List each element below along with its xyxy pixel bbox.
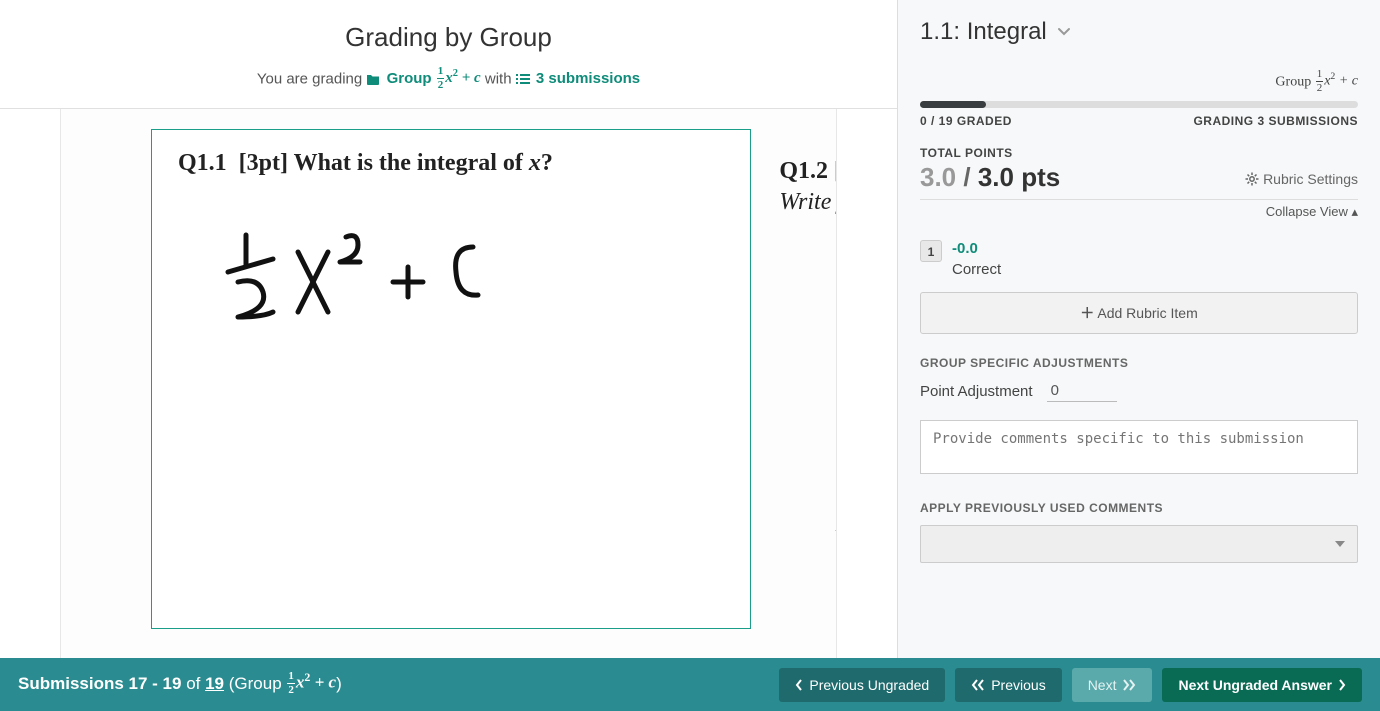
next-question-peek: Q1.2 [3 Write yo xyxy=(779,158,837,216)
header: Grading by Group You are grading Group 1… xyxy=(0,0,897,109)
q-number: Q1.1 xyxy=(178,150,227,176)
x-equals: x = xyxy=(836,508,837,538)
folder-icon xyxy=(366,73,380,85)
progress-left: 0 / 19 GRADED xyxy=(920,114,1012,128)
list-icon xyxy=(516,73,530,85)
question-title: Q1.1 [3pt] What is the integral of x? xyxy=(178,150,724,177)
document-viewport[interactable]: Q1.1 [3pt] What is the integral of x? xyxy=(60,109,837,659)
double-chevron-right-icon xyxy=(1122,679,1136,691)
header-subtitle: You are grading Group 12x2 + c with 3 su… xyxy=(0,67,897,92)
progress-right: GRADING 3 SUBMISSIONS xyxy=(1193,114,1358,128)
bb-total[interactable]: 19 xyxy=(205,674,224,693)
progress-fill xyxy=(920,101,986,108)
progress-text: 0 / 19 GRADED GRADING 3 SUBMISSIONS xyxy=(920,114,1358,128)
double-chevron-left-icon xyxy=(971,679,985,691)
answer-region[interactable]: Q1.1 [3pt] What is the integral of x? xyxy=(151,129,751,629)
bb-prefix: Submissions xyxy=(18,674,129,693)
comment-input[interactable] xyxy=(920,420,1358,474)
q-var: x xyxy=(529,150,541,176)
q-points: [3pt] xyxy=(239,150,288,176)
handwritten-answer xyxy=(218,227,724,337)
prev-comments-select[interactable] xyxy=(920,525,1358,563)
next-q-line2: Write yo xyxy=(779,189,837,216)
panel-title: 1.1: Integral xyxy=(920,18,1047,46)
next-button[interactable]: Next xyxy=(1072,668,1153,702)
group-label-prefix: Group xyxy=(1275,75,1311,90)
collapse-view[interactable]: Collapse View ▴ xyxy=(920,199,1358,220)
bb-group-close: ) xyxy=(336,674,342,693)
group-label-right: Group 12x2 + c xyxy=(920,70,1358,95)
grading-panel: 1.1: Integral Group 12x2 + c 0 / 19 GRAD… xyxy=(897,0,1380,711)
bb-group-open: (Group xyxy=(224,674,286,693)
adjust-label: Point Adjustment xyxy=(920,383,1033,400)
point-adjustment-row: Point Adjustment xyxy=(920,380,1358,402)
chevron-right-icon xyxy=(1338,679,1346,691)
next-ungraded-label: Next Ungraded Answer xyxy=(1178,677,1332,693)
bottom-bar: Submissions 17 - 19 of 19 (Group 12x2 + … xyxy=(0,658,1380,711)
rubric-item[interactable]: 1 -0.0 Correct xyxy=(920,234,1358,292)
next-q-line1: Q1.2 [3 xyxy=(779,158,837,185)
rubric-settings-link[interactable]: Rubric Settings xyxy=(1245,171,1358,187)
submissions-link[interactable]: 3 submissions xyxy=(516,70,640,87)
prev-button[interactable]: Previous xyxy=(955,668,1061,702)
rubric-points: -0.0 xyxy=(952,240,1001,257)
prev-label: Previous xyxy=(991,677,1045,693)
score-display: 3.0 / 3.0 pts xyxy=(920,162,1060,193)
rubric-desc: Correct xyxy=(952,261,1001,278)
q-text-suffix: ? xyxy=(541,150,553,176)
rubric-hotkey: 1 xyxy=(920,240,942,262)
points-max: 3.0 pts xyxy=(978,162,1060,192)
next-ungraded-button[interactable]: Next Ungraded Answer xyxy=(1162,668,1362,702)
sub-prefix: You are grading xyxy=(257,70,362,87)
add-rubric-label: Add Rubric Item xyxy=(1097,305,1197,321)
prev-comments-header: APPLY PREVIOUSLY USED COMMENTS xyxy=(920,501,1358,515)
sub-count: 3 submissions xyxy=(536,70,640,87)
prev-ungraded-label: Previous Ungraded xyxy=(809,677,929,693)
add-rubric-button[interactable]: ＋ Add Rubric Item xyxy=(920,292,1358,334)
adjustments-header: GROUP SPECIFIC ADJUSTMENTS xyxy=(920,356,1358,370)
total-points-label: TOTAL POINTS xyxy=(920,146,1358,160)
progress-bar xyxy=(920,101,1358,108)
chevron-down-icon xyxy=(1057,27,1071,37)
next-label: Next xyxy=(1088,677,1117,693)
panel-title-row[interactable]: 1.1: Integral xyxy=(920,18,1358,46)
point-adjustment-input[interactable] xyxy=(1047,380,1117,402)
main-area: Grading by Group You are grading Group 1… xyxy=(0,0,897,658)
bb-group-formula: 12x2 + c xyxy=(286,671,336,696)
prev-ungraded-button[interactable]: Previous Ungraded xyxy=(779,668,945,702)
chevron-left-icon xyxy=(795,679,803,691)
bb-range: 17 - 19 xyxy=(129,674,182,693)
points-sep: / xyxy=(956,162,978,192)
collapse-label: Collapse View ▴ xyxy=(1266,204,1358,219)
group-word: Group xyxy=(387,70,432,87)
group-link[interactable]: Group 12x2 + c xyxy=(366,70,484,87)
group-formula: 12x2 + c xyxy=(436,66,481,91)
page-title: Grading by Group xyxy=(0,22,897,53)
rubric-settings-label: Rubric Settings xyxy=(1263,171,1358,187)
plus-icon: ＋ xyxy=(1080,305,1094,321)
bb-of: of xyxy=(181,674,205,693)
submissions-status: Submissions 17 - 19 of 19 (Group 12x2 + … xyxy=(18,672,342,697)
q-text-prefix: What is the integral of xyxy=(294,150,529,176)
gear-icon xyxy=(1245,172,1259,186)
sub-middle: with xyxy=(485,70,512,87)
points-earned: 3.0 xyxy=(920,162,956,192)
